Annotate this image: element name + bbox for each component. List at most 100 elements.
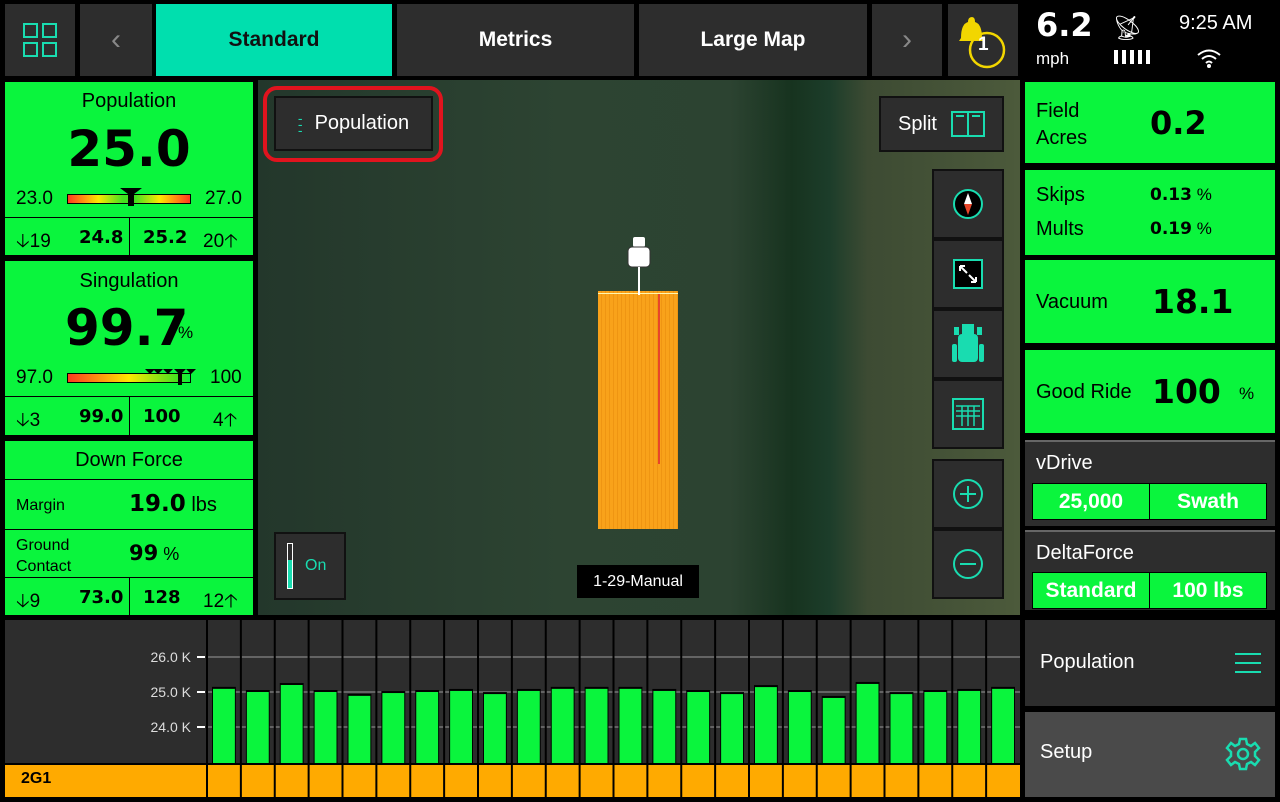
alerts-button[interactable]: 1 (948, 4, 1018, 76)
toggle-label: On (305, 557, 327, 574)
compass-icon (953, 189, 983, 219)
downforce-high-value: 128 (143, 587, 181, 608)
map-layer-button[interactable]: - - - Population (274, 96, 433, 151)
bar (856, 683, 879, 763)
compass-button[interactable] (932, 169, 1004, 239)
chevron-left-icon: ‹ (111, 23, 121, 56)
tractor-icon (952, 324, 984, 362)
bar (517, 690, 540, 763)
minus-circle-icon (953, 549, 983, 579)
skips-label: Skips (1036, 184, 1085, 206)
ground-contact-label: Ground Contact (16, 537, 72, 575)
deltaforce-mode[interactable]: Standard (1032, 572, 1150, 609)
population-min: 23.0 (16, 188, 53, 209)
bar (788, 692, 811, 763)
bar (416, 692, 439, 763)
field-acres-panel[interactable]: Field Acres 0.2 (1025, 82, 1275, 163)
bar (213, 688, 235, 763)
deltaforce-panel[interactable]: DeltaForce Standard 100 lbs (1025, 530, 1275, 610)
downforce-panel[interactable]: Down Force Margin 19.0 lbs Ground Contact… (5, 441, 253, 615)
row-label: 2G1 (21, 770, 52, 787)
gauge-marker-icon (120, 188, 142, 206)
margin-value: 19.0 lbs (129, 491, 217, 517)
good-ride-unit: % (1239, 384, 1255, 403)
bar (653, 690, 676, 763)
vdrive-panel[interactable]: vDrive 25,000 Swath (1025, 440, 1275, 526)
bar (246, 692, 269, 763)
bar (551, 688, 574, 763)
list-icon: --- (297, 109, 303, 138)
singulation-panel[interactable]: Singulation 99.7 % 97.0 100 🡣3 99.0 100 … (5, 261, 253, 435)
singulation-high-count: 4🡡 (213, 410, 238, 431)
skips-value: 0.13 % (1150, 185, 1212, 205)
downforce-title: Down Force (75, 449, 183, 471)
bar (687, 692, 710, 763)
deltaforce-title: DeltaForce (1036, 542, 1134, 564)
population-menu-button[interactable]: Population (1025, 620, 1275, 706)
vacuum-label: Vacuum (1036, 291, 1108, 313)
gps-signal-bars-icon (1114, 50, 1150, 64)
tab-large-map[interactable]: Large Map (639, 4, 867, 76)
apps-button[interactable] (5, 4, 75, 76)
bar (992, 688, 1014, 763)
grid-icon (23, 23, 57, 57)
ground-contact-value: 99 % (129, 541, 180, 565)
vdrive-mode[interactable]: Swath (1149, 483, 1267, 520)
field-name-label: 1-29-Manual (577, 565, 699, 598)
bar (924, 692, 947, 763)
zoom-in-button[interactable] (932, 459, 1004, 529)
coverage-area (598, 451, 678, 529)
good-ride-panel[interactable]: Good Ride 100 % (1025, 350, 1275, 433)
toggle-indicator (287, 543, 293, 589)
tab-prev-button[interactable]: ‹ (80, 4, 152, 76)
downforce-low-value: 73.0 (79, 587, 124, 608)
chevron-right-icon: › (902, 23, 912, 56)
implement-view-button[interactable] (932, 379, 1004, 449)
plus-circle-icon (953, 479, 983, 509)
population-high-value: 25.2 (143, 227, 188, 248)
singulation-low-value: 99.0 (79, 406, 124, 427)
coverage-toggle[interactable]: On (274, 532, 346, 600)
bar (721, 694, 743, 763)
split-button[interactable]: Split (879, 96, 1004, 152)
fit-extent-button[interactable] (932, 239, 1004, 309)
coverage-area (598, 291, 678, 451)
vacuum-panel[interactable]: Vacuum 18.1 (1025, 260, 1275, 343)
ytick-label: 26.0 K (151, 649, 192, 665)
singulation-title: Singulation (79, 270, 179, 292)
downforce-high-count: 12🡡 (203, 591, 238, 612)
tab-standard[interactable]: Standard (156, 4, 392, 76)
setup-button[interactable]: Setup (1025, 712, 1275, 797)
tractor-icon (627, 237, 651, 295)
clock: 9:25 AM (1179, 12, 1253, 34)
bar (585, 688, 608, 763)
population-high-count: 20🡡 (203, 231, 238, 252)
singulation-low-count: 🡣3 (16, 410, 41, 431)
singulation-unit: % (178, 323, 194, 342)
vdrive-rate[interactable]: 25,000 (1032, 483, 1150, 520)
bar (280, 685, 303, 763)
population-max: 27.0 (205, 188, 242, 209)
mults-label: Mults (1036, 218, 1084, 240)
mults-value: 0.19 % (1150, 219, 1212, 239)
deltaforce-target[interactable]: 100 lbs (1149, 572, 1267, 609)
bar (314, 692, 337, 763)
population-menu-label: Population (1040, 651, 1135, 673)
bar (619, 688, 642, 763)
bar (348, 695, 371, 763)
setup-label: Setup (1040, 741, 1093, 763)
skips-mults-panel[interactable]: Skips 0.13 % Mults 0.19 % (1025, 170, 1275, 255)
tab-next-button[interactable]: › (872, 4, 942, 76)
population-title: Population (81, 90, 177, 112)
population-low-count: 🡣19 (16, 231, 51, 252)
tab-metrics[interactable]: Metrics (397, 4, 634, 76)
speed-unit: mph (1036, 49, 1070, 68)
population-value: 25.0 (67, 120, 191, 178)
zoom-out-button[interactable] (932, 529, 1004, 599)
follow-vehicle-button[interactable] (932, 309, 1004, 379)
bar (958, 690, 981, 763)
hamburger-menu-icon (1235, 653, 1261, 673)
vdrive-title: vDrive (1036, 452, 1093, 474)
population-panel[interactable]: Population 25.0 23.0 27.0 🡣19 24.8 25.2 … (5, 82, 253, 255)
grid-view-icon (952, 398, 984, 430)
